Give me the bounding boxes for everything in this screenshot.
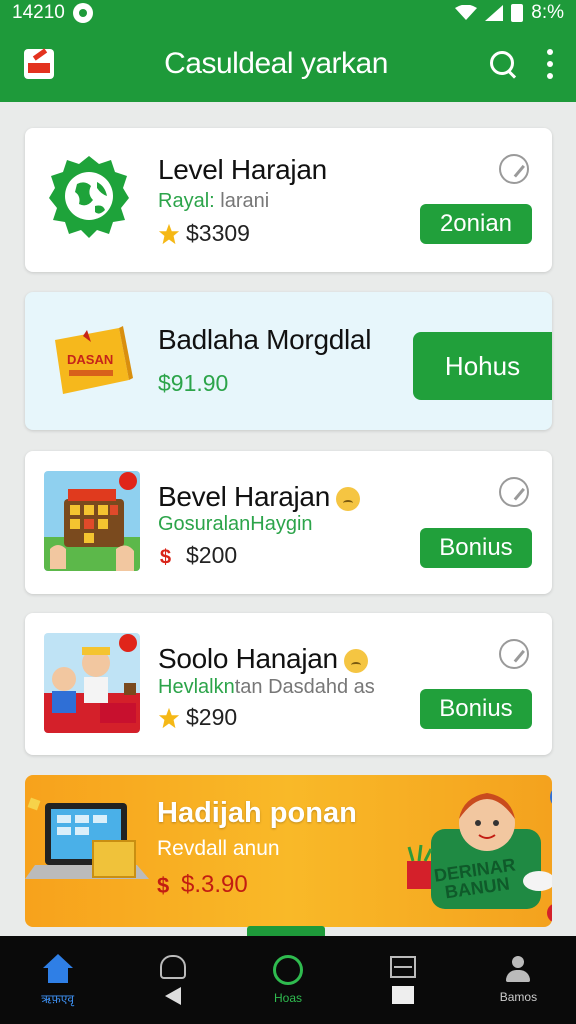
check-circle-icon[interactable] bbox=[499, 154, 529, 184]
app-logo-icon[interactable] bbox=[24, 49, 54, 79]
app-title: Casuldeal yarkan bbox=[164, 47, 388, 80]
nav-label: Bamos bbox=[499, 990, 538, 1004]
game-board-thumbnail bbox=[44, 471, 140, 571]
card-price: $3309 bbox=[186, 220, 250, 246]
dollar-icon: $ bbox=[160, 546, 171, 567]
promo-price: $.3.90 bbox=[181, 871, 248, 898]
promo-title: Hadijah ponan bbox=[157, 797, 357, 829]
deal-card[interactable]: Bevel Harajan GosuralanHaygin $ $200 Bon… bbox=[25, 451, 552, 594]
dollar-icon: $ bbox=[157, 873, 169, 897]
card-price: $290 bbox=[186, 704, 238, 730]
card-subtitle-secondary: tan Dasdahd as bbox=[234, 676, 375, 698]
home-icon bbox=[41, 953, 75, 984]
deal-card-highlight[interactable]: DASAN Badlaha Morgdlal $91.90 Hohus bbox=[25, 292, 552, 430]
check-circle-icon[interactable] bbox=[499, 477, 529, 507]
star-icon bbox=[158, 707, 180, 728]
card-price: $91.90 bbox=[158, 370, 229, 396]
card-price: $200 bbox=[186, 542, 238, 568]
battery-level: 8:% bbox=[531, 2, 564, 23]
card-subtitle: Rayal: bbox=[158, 190, 215, 212]
status-bar: 14210 8:% bbox=[0, 0, 576, 26]
heart-icon bbox=[159, 955, 186, 979]
star-icon bbox=[158, 223, 180, 244]
wifi-icon bbox=[455, 5, 478, 20]
check-circle-icon[interactable] bbox=[499, 639, 529, 669]
nav-label: ऋफ़एवृ bbox=[41, 991, 74, 1006]
promo-banner[interactable]: Hadijah ponan Revdall anun $ $.3.90 DERI… bbox=[25, 775, 552, 927]
app-bar: Casuldeal yarkan bbox=[0, 26, 576, 102]
card-subtitle-secondary: larani bbox=[220, 190, 270, 212]
nav-favorites[interactable] bbox=[115, 936, 230, 1024]
card-title: Soolo Hanajan bbox=[158, 643, 368, 675]
nav-home[interactable]: ऋफ़एवृ bbox=[0, 936, 115, 1024]
notification-icon bbox=[72, 3, 93, 23]
nav-label: Hoas bbox=[274, 991, 303, 1005]
signal-icon bbox=[485, 5, 504, 21]
status-time: 14210 bbox=[12, 2, 65, 23]
nav-tabs[interactable] bbox=[346, 936, 461, 1024]
bottom-navigation: ऋफ़एवृ Hoas Bamos bbox=[0, 936, 576, 1024]
card-title: Level Harajan bbox=[158, 154, 327, 185]
mascot-illustration bbox=[407, 790, 552, 922]
card-action-button[interactable]: 2onian bbox=[420, 204, 532, 244]
globe-badge-icon bbox=[49, 156, 129, 238]
card-subtitle: GosuralanHaygin bbox=[158, 513, 313, 535]
user-icon bbox=[504, 956, 532, 984]
nav-profile[interactable]: Bamos bbox=[461, 936, 576, 1024]
emoji-icon bbox=[343, 648, 368, 673]
deal-card[interactable]: Level Harajan Rayal: larani $3309 2onian bbox=[25, 128, 552, 272]
nav-center[interactable]: Hoas bbox=[230, 936, 345, 1024]
card-action-button[interactable]: Hohus bbox=[413, 332, 552, 400]
search-icon[interactable] bbox=[488, 49, 518, 79]
laptop-illustration bbox=[25, 797, 149, 879]
deal-card[interactable]: Soolo Hanajan Hevlalkntan Dasdahd as $29… bbox=[25, 613, 552, 755]
battery-icon bbox=[511, 4, 524, 22]
more-options-icon[interactable] bbox=[546, 49, 554, 79]
card-action-button[interactable]: Bonius bbox=[420, 689, 532, 729]
circle-icon bbox=[273, 955, 303, 985]
gift-box-icon: DASAN bbox=[55, 326, 133, 394]
card-title: Badlaha Morgdlal bbox=[158, 324, 372, 355]
back-icon[interactable] bbox=[164, 987, 181, 1005]
home-square-icon[interactable] bbox=[392, 986, 415, 1004]
gift-box-label: DASAN bbox=[67, 352, 113, 367]
svg-text:$: $ bbox=[157, 873, 169, 897]
card-title: Bevel Harajan bbox=[158, 481, 360, 513]
promo-subtitle: Revdall anun bbox=[157, 837, 280, 860]
svg-text:$: $ bbox=[160, 546, 171, 567]
app-header: 14210 8:% Casuldeal yarkan bbox=[0, 0, 576, 102]
card-subtitle: Hevlalkn bbox=[158, 676, 235, 698]
window-icon bbox=[390, 956, 417, 978]
people-thumbnail bbox=[44, 633, 140, 733]
card-action-button[interactable]: Bonius bbox=[420, 528, 532, 568]
emoji-icon bbox=[335, 486, 360, 511]
